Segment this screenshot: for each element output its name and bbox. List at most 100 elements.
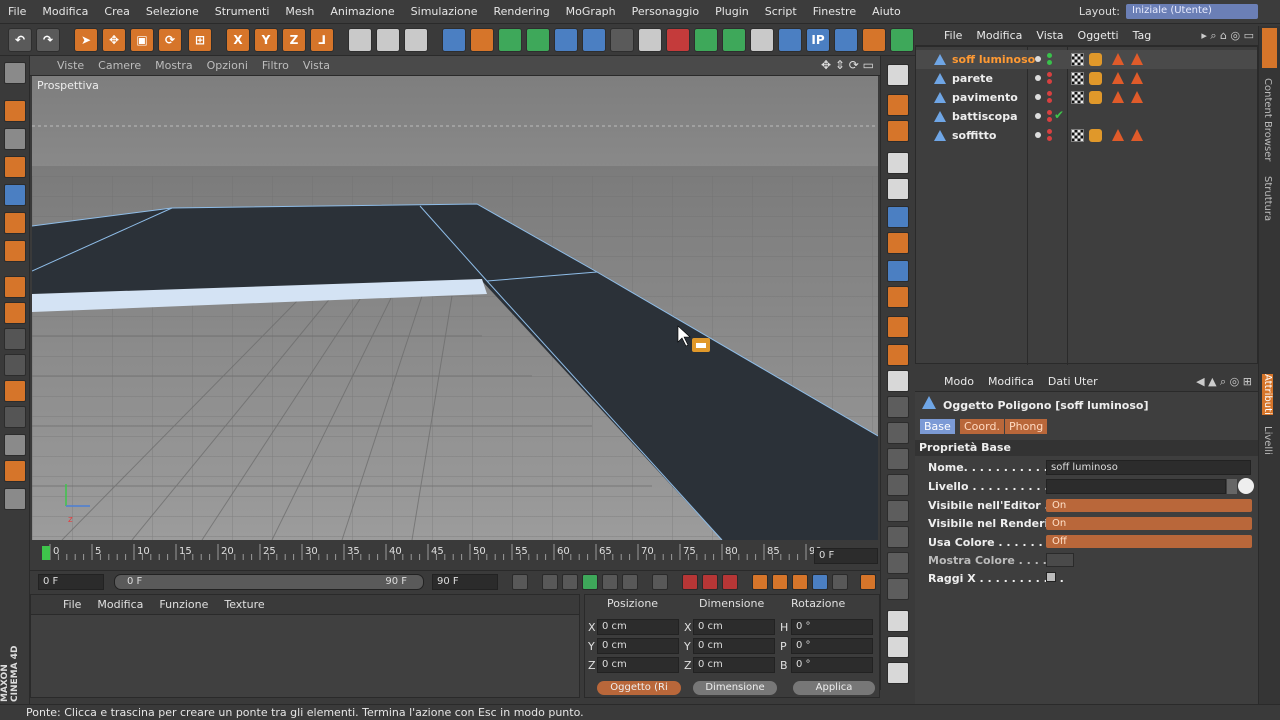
render-visible-icon[interactable] [1047, 117, 1052, 122]
split-icon[interactable] [887, 578, 909, 600]
frame-range-slider[interactable]: 0 F 90 F [114, 574, 424, 590]
material-tag-icon[interactable] [1131, 72, 1143, 84]
material-tag-icon[interactable] [1112, 129, 1124, 141]
knife-icon[interactable] [887, 152, 909, 174]
pos-x-field[interactable]: 0 cm [597, 619, 679, 635]
script-manager-icon[interactable] [778, 28, 802, 52]
menu-crea[interactable]: Crea [96, 5, 137, 18]
attr-menu-modifica[interactable]: Modifica [981, 375, 1041, 388]
object-menu-vista[interactable]: Vista [1029, 29, 1070, 42]
object-mode-dropdown[interactable]: Oggetto (Ri [597, 681, 681, 695]
material-tag-icon[interactable] [1112, 91, 1124, 103]
set-point-value-icon[interactable] [887, 526, 909, 548]
attr-menu-modo[interactable]: Modo [937, 375, 981, 388]
enabled-check-icon[interactable]: ✔ [1054, 108, 1064, 122]
material-menu-funzione[interactable]: Funzione [151, 598, 216, 611]
texture-tag-icon[interactable] [1071, 91, 1084, 104]
layout-select[interactable]: Iniziale (Utente) [1126, 4, 1258, 19]
smooth-shift-icon[interactable] [887, 474, 909, 496]
light-icon[interactable] [638, 28, 662, 52]
iron-icon[interactable] [887, 396, 909, 418]
menu-personaggio[interactable]: Personaggio [624, 5, 707, 18]
next-frame-icon[interactable] [602, 574, 618, 590]
make-editable-icon[interactable] [4, 62, 26, 84]
material-tag-icon[interactable] [1131, 129, 1143, 141]
texture-mode-icon[interactable] [862, 28, 886, 52]
menu-modifica[interactable]: Modifica [34, 5, 96, 18]
snap-icon[interactable] [834, 28, 858, 52]
render-visible-icon[interactable] [1047, 79, 1052, 84]
level-arrow-icon[interactable] [1227, 479, 1237, 494]
create-polygon-icon[interactable] [887, 370, 909, 392]
uv-icon[interactable] [887, 636, 909, 658]
viewport-menu-filtro[interactable]: Filtro [255, 59, 296, 72]
extrude-inner-icon[interactable] [887, 120, 909, 142]
axis-mode-icon[interactable] [4, 276, 26, 298]
object-menu-oggetti[interactable]: Oggetti [1071, 29, 1126, 42]
object-menu-modifica[interactable]: Modifica [969, 29, 1029, 42]
go-to-end-icon[interactable] [652, 574, 668, 590]
viewport-menu-viste[interactable]: Viste [50, 59, 91, 72]
size-y-field[interactable]: 0 cm [693, 638, 775, 654]
end-frame-field[interactable]: 90 F [432, 574, 498, 590]
rot-h-field[interactable]: 0 ° [791, 619, 873, 635]
phong-tag-icon[interactable] [1089, 91, 1102, 104]
texture-tag-icon[interactable] [1071, 129, 1084, 142]
attr-menu-dati-utente[interactable]: Dati Uter [1041, 375, 1105, 388]
phong-tag-icon[interactable] [1089, 129, 1102, 142]
render-view-icon[interactable] [348, 28, 372, 52]
tab-livelli[interactable]: Livelli [1262, 426, 1273, 455]
prev-frame-icon[interactable] [562, 574, 578, 590]
texture-tag-icon[interactable] [1071, 72, 1084, 85]
viewport-nav-icons[interactable]: ✥ ⇕ ⟳ ▭ [821, 58, 874, 72]
scene-floor-icon[interactable] [582, 28, 606, 52]
keyframe-selection-icon[interactable] [722, 574, 738, 590]
key-rotation-icon[interactable] [792, 574, 808, 590]
xray-checkbox[interactable] [1046, 572, 1056, 582]
prev-key-icon[interactable] [542, 574, 558, 590]
object-name[interactable]: parete [952, 72, 993, 85]
point-mode-icon[interactable] [4, 184, 26, 206]
workplane-icon[interactable] [890, 28, 914, 52]
timeline-ruler[interactable]: 051015202530354045505560657075808590 [30, 542, 880, 570]
viewport-menu-mostra[interactable]: Mostra [148, 59, 200, 72]
bridge-tool-icon[interactable] [887, 64, 909, 86]
texture-tag-icon[interactable] [1071, 53, 1084, 66]
spin-edge-icon[interactable] [887, 552, 909, 574]
undo-icon[interactable]: ↶ [8, 28, 32, 52]
cube-primitive-icon[interactable] [442, 28, 466, 52]
material-menu-modifica[interactable]: Modifica [89, 598, 151, 611]
redo-icon[interactable]: ↷ [36, 28, 60, 52]
array-icon[interactable] [526, 28, 550, 52]
render-picture-viewer-icon[interactable] [376, 28, 400, 52]
editor-visible-icon[interactable] [1047, 110, 1052, 115]
next-key-icon[interactable] [622, 574, 638, 590]
mirror-icon[interactable] [887, 260, 909, 282]
render-visible-icon[interactable] [1047, 98, 1052, 103]
snapping-icon[interactable] [4, 328, 26, 350]
render-visible-icon[interactable] [1047, 60, 1052, 65]
render-settings-icon[interactable] [404, 28, 428, 52]
object-row-soffitto[interactable]: soffitto [916, 126, 1257, 145]
model-mode-icon[interactable] [4, 100, 26, 122]
tab-attributi[interactable]: Attributi [1262, 374, 1273, 415]
key-scale-icon[interactable] [772, 574, 788, 590]
menu-plugin[interactable]: Plugin [707, 5, 757, 18]
tab-struttura[interactable]: Struttura [1262, 176, 1273, 221]
menu-file[interactable]: File [0, 5, 34, 18]
menu-animazione[interactable]: Animazione [322, 5, 402, 18]
render-visible-icon[interactable] [1047, 136, 1052, 141]
xpresso-icon[interactable] [694, 28, 718, 52]
phong-tag-icon[interactable] [1089, 72, 1102, 85]
polygon-mode-icon[interactable] [4, 240, 26, 262]
layer-icon[interactable] [887, 610, 909, 632]
menu-rendering[interactable]: Rendering [486, 5, 558, 18]
timeline-menu-icon[interactable] [860, 574, 876, 590]
stitch-icon[interactable] [887, 448, 909, 470]
record-icon[interactable] [682, 574, 698, 590]
tab-phong[interactable]: Phong [1005, 419, 1048, 434]
show-color-swatch[interactable] [1046, 553, 1074, 567]
editor-visible-icon[interactable] [1047, 129, 1052, 134]
edge-mode-icon[interactable] [4, 212, 26, 234]
plugin-ip-icon[interactable]: IP [806, 28, 830, 52]
